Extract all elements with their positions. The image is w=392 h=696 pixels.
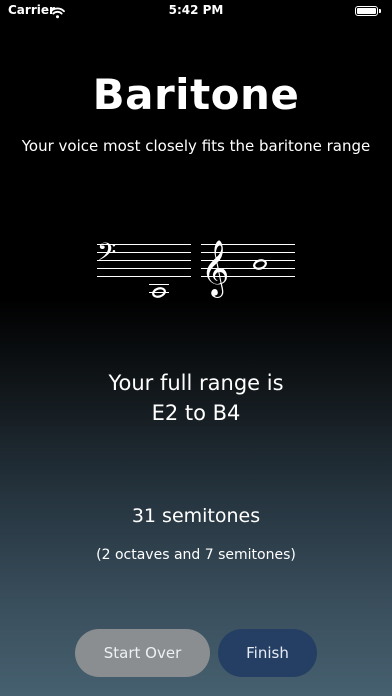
status-bar: Carrier 5:42 PM (0, 0, 392, 22)
bass-clef-icon: 𝄢 (97, 238, 116, 273)
finish-button[interactable]: Finish (218, 629, 317, 677)
clock-time: 5:42 PM (168, 3, 224, 17)
voice-type-title: Baritone (92, 70, 300, 119)
octave-breakdown: (2 octaves and 7 semitones) (96, 547, 296, 563)
start-over-button[interactable]: Start Over (75, 629, 210, 677)
music-staff-illustration: 𝄢 𝄞 (97, 238, 295, 298)
range-label: Your full range is (108, 371, 284, 395)
voice-type-subtitle: Your voice most closely fits the bariton… (21, 137, 371, 155)
treble-clef-icon: 𝄞 (201, 240, 229, 298)
battery-icon (355, 6, 381, 16)
range-value: E2 to B4 (151, 401, 241, 425)
semitone-count: 31 semitones (131, 505, 261, 527)
